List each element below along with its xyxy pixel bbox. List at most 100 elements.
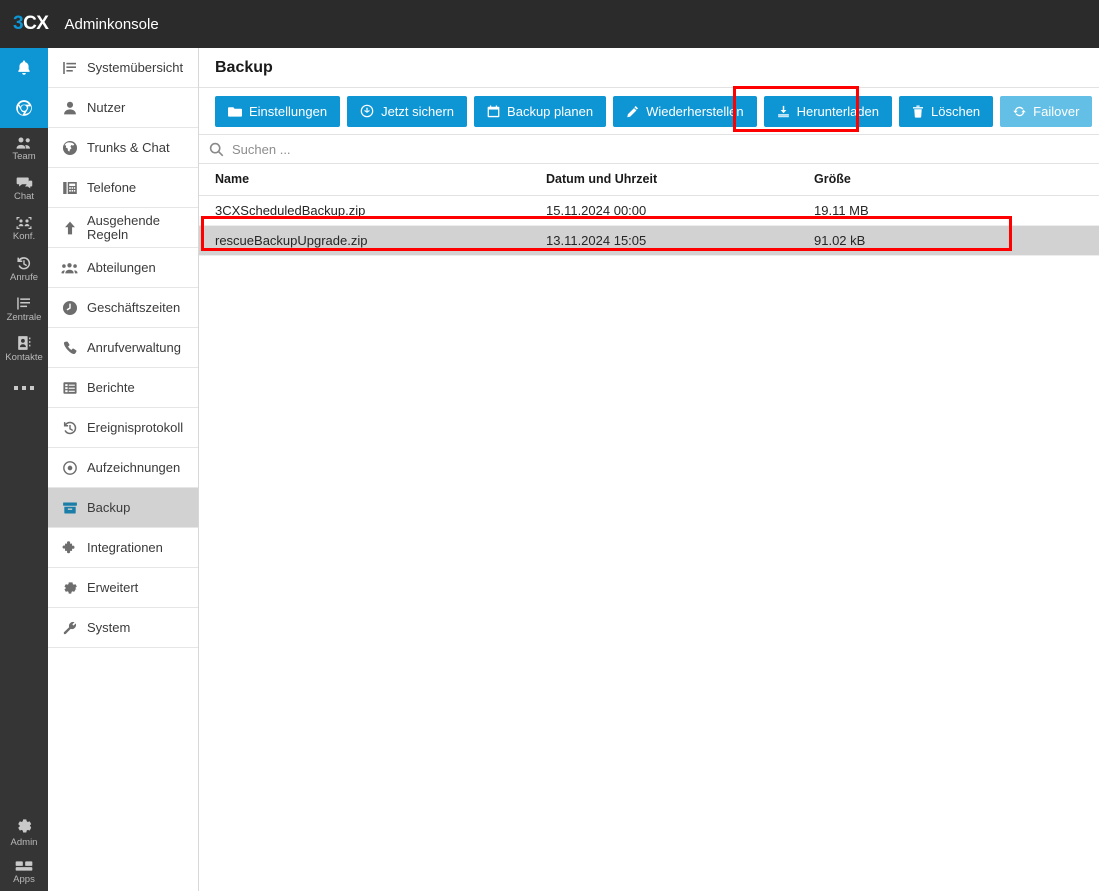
settings-button[interactable]: Einstellungen: [215, 95, 341, 127]
sidebar-item-label: Telefone: [87, 179, 137, 195]
button-label: Failover: [1033, 103, 1080, 119]
sidebar-item-label: Backup: [87, 499, 131, 515]
rail-item-switchboard[interactable]: Zentrale: [0, 288, 48, 328]
sidebar-item-label: Nutzer: [87, 99, 126, 115]
download-button[interactable]: Herunterladen: [763, 95, 892, 127]
rail-item-conference[interactable]: Konf.: [0, 208, 48, 248]
sidebar-item-label: Berichte: [87, 379, 135, 395]
sidebar-item-telefone[interactable]: Telefone: [48, 168, 198, 208]
phone-device-icon: [61, 180, 78, 196]
cell-date: 15.11.2024 00:00: [546, 195, 814, 226]
sidebar-item-trunks-chat[interactable]: Trunks & Chat: [48, 128, 198, 168]
sidebar-item-erweitert[interactable]: Erweitert: [48, 568, 198, 608]
button-label: Löschen: [931, 103, 981, 119]
sidebar-item-anrufverwaltung[interactable]: Anrufverwaltung: [48, 328, 198, 368]
app-title: Adminkonsole: [64, 15, 159, 33]
reports-icon: [61, 380, 78, 396]
folder-icon: [228, 105, 242, 118]
rail-item-label: Konf.: [12, 231, 36, 242]
sidebar-item-label: Integrationen: [87, 539, 163, 555]
main-sidebar: Systemübersicht Nutzer Trunks & Chat Tel…: [48, 48, 199, 891]
logo-cx-text: CX: [23, 13, 49, 34]
sidebar-item-system[interactable]: System: [48, 608, 198, 648]
sidebar-item-ereignisprotokoll[interactable]: Ereignisprotokoll: [48, 408, 198, 448]
rail-item-apps[interactable]: Apps: [0, 851, 48, 891]
system-overview-icon: [61, 60, 78, 76]
rail-item-chat[interactable]: Chat: [0, 168, 48, 208]
cell-name: rescueBackupUpgrade.zip: [199, 225, 546, 256]
column-header-date[interactable]: Datum und Uhrzeit: [546, 164, 814, 196]
sidebar-item-backup[interactable]: Backup: [48, 488, 198, 528]
sidebar-item-systemuebersicht[interactable]: Systemübersicht: [48, 48, 198, 88]
rail-item-more[interactable]: [0, 368, 48, 408]
table-row[interactable]: 3CXScheduledBackup.zip 15.11.2024 00:00 …: [199, 195, 1099, 226]
switchboard-icon: [15, 296, 33, 311]
search-input[interactable]: [232, 141, 632, 157]
cell-size: 91.02 kB: [814, 225, 1099, 256]
cell-date: 13.11.2024 15:05: [546, 225, 814, 256]
wrench-icon: [61, 620, 78, 636]
icon-rail: Team Chat Konf. Anrufe Zentrale Kontakte…: [0, 48, 48, 891]
rail-item-label: Apps: [13, 874, 35, 885]
sidebar-item-abteilungen[interactable]: Abteilungen: [48, 248, 198, 288]
sidebar-item-label: Anrufverwaltung: [87, 339, 181, 355]
sidebar-item-aufzeichnungen[interactable]: Aufzeichnungen: [48, 448, 198, 488]
sidebar-item-integrationen[interactable]: Integrationen: [48, 528, 198, 568]
call-history-icon: [15, 255, 33, 271]
sidebar-item-label: Trunks & Chat: [87, 139, 170, 155]
table-row[interactable]: rescueBackupUpgrade.zip 13.11.2024 15:05…: [199, 225, 1099, 256]
rail-item-label: Admin: [10, 836, 38, 848]
sidebar-item-label: Geschäftszeiten: [87, 299, 181, 315]
puzzle-icon: [61, 540, 78, 556]
delete-button[interactable]: Löschen: [899, 95, 994, 127]
app-logo: 3CX: [13, 13, 49, 35]
sidebar-item-ausgehende-regeln[interactable]: Ausgehende Regeln: [48, 208, 198, 248]
sidebar-item-geschaeftszeiten[interactable]: Geschäftszeiten: [48, 288, 198, 328]
button-label: Jetzt sichern: [381, 103, 455, 119]
backup-now-icon: [360, 104, 374, 118]
search-bar: [199, 135, 1099, 164]
table-header-row: Name Datum und Uhrzeit Größe: [199, 164, 1099, 196]
more-dots-icon: [13, 385, 35, 391]
download-icon: [777, 105, 790, 118]
event-log-icon: [61, 420, 78, 436]
sidebar-item-label: Systemübersicht: [87, 59, 184, 75]
rail-item-label: Kontakte: [5, 352, 43, 363]
rail-item-admin[interactable]: Admin: [0, 811, 48, 851]
rail-item-team[interactable]: Team: [0, 128, 48, 168]
rail-bottom-group: Admin Apps: [0, 811, 48, 891]
app-root: 3CX Adminkonsole Team Chat Konf. Anrufe …: [0, 0, 1099, 891]
rail-item-contacts[interactable]: Kontakte: [0, 328, 48, 368]
calendar-icon: [487, 104, 500, 118]
contacts-icon: [15, 335, 33, 351]
button-label: Wiederherstellen: [646, 103, 744, 119]
action-toolbar: Einstellungen Jetzt sichern Backup plane…: [199, 88, 1099, 135]
clock-icon: [61, 300, 78, 316]
rail-item-browser[interactable]: [0, 88, 48, 128]
failover-button[interactable]: Failover: [1000, 95, 1093, 127]
button-label: Einstellungen: [249, 103, 328, 119]
search-icon: [209, 142, 224, 157]
sidebar-item-label: Ereignisprotokoll: [87, 419, 184, 435]
restore-button[interactable]: Wiederherstellen: [613, 95, 757, 127]
table-header: Name Datum und Uhrzeit Größe: [199, 164, 1099, 196]
logo-3-text: 3: [13, 13, 24, 34]
rail-item-label: Team: [12, 151, 36, 162]
backup-now-button[interactable]: Jetzt sichern: [347, 95, 468, 127]
rail-item-label: Chat: [13, 191, 35, 202]
column-header-size[interactable]: Größe: [814, 164, 1099, 196]
backup-archive-icon: [61, 500, 78, 516]
sidebar-item-nutzer[interactable]: Nutzer: [48, 88, 198, 128]
sidebar-item-berichte[interactable]: Berichte: [48, 368, 198, 408]
button-label: Backup planen: [507, 103, 594, 119]
rail-item-call-history[interactable]: Anrufe: [0, 248, 48, 288]
rail-item-notifications[interactable]: [0, 48, 48, 88]
top-bar: 3CX Adminkonsole: [0, 0, 1099, 48]
gear-icon: [61, 580, 78, 596]
column-header-name[interactable]: Name: [199, 164, 546, 196]
cell-size: 19.11 MB: [814, 195, 1099, 226]
pencil-icon: [626, 105, 639, 118]
departments-icon: [61, 261, 78, 275]
trash-icon: [912, 104, 924, 118]
schedule-backup-button[interactable]: Backup planen: [474, 95, 607, 127]
